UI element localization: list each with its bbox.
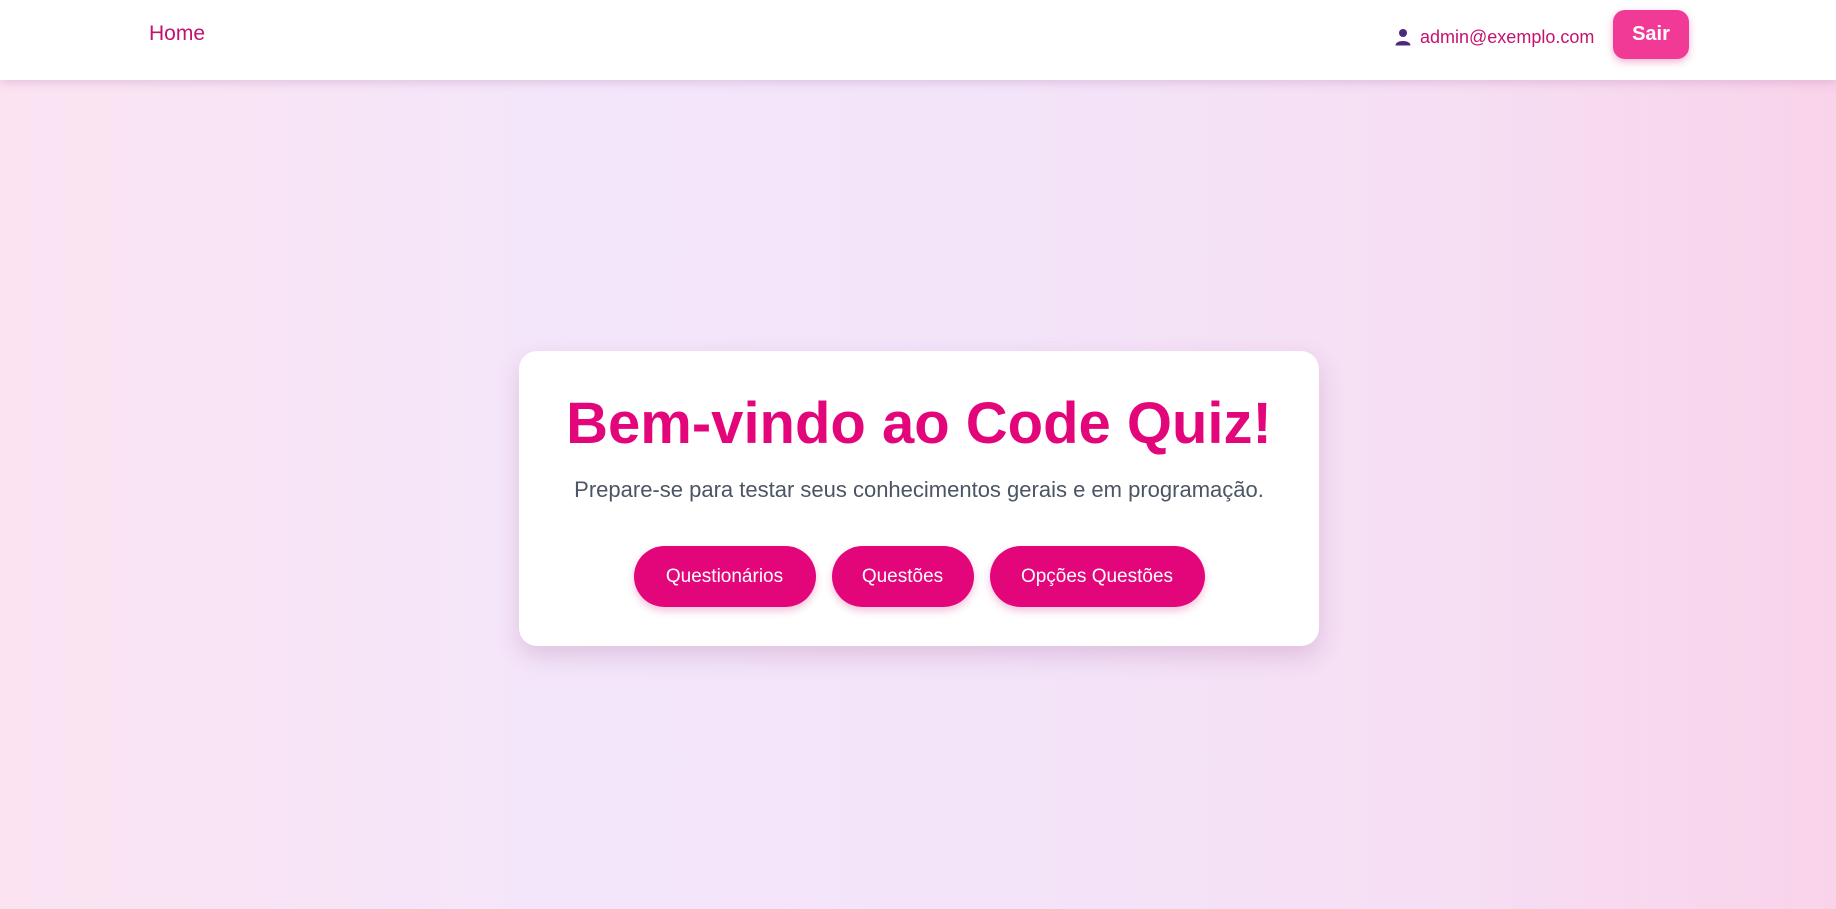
user-icon	[1394, 28, 1412, 46]
page-title: Bem-vindo ao Code Quiz!	[566, 391, 1272, 456]
home-link[interactable]: Home	[149, 22, 205, 46]
logout-button[interactable]: Sair	[1613, 10, 1689, 59]
top-navbar: Home admin@exemplo.com Sair	[0, 0, 1836, 80]
user-info: admin@exemplo.com	[1394, 24, 1594, 50]
user-email: admin@exemplo.com	[1420, 26, 1595, 47]
questionarios-button[interactable]: Questionários	[633, 546, 816, 607]
opcoes-questoes-button[interactable]: Opções Questões	[989, 546, 1205, 607]
questoes-button[interactable]: Questões	[831, 546, 974, 607]
page-subtitle: Prepare-se para testar seus conhecimento…	[574, 477, 1264, 502]
welcome-card: Bem-vindo ao Code Quiz! Prepare-se para …	[519, 351, 1319, 646]
action-buttons: Questionários Questões Opções Questões	[519, 546, 1319, 607]
